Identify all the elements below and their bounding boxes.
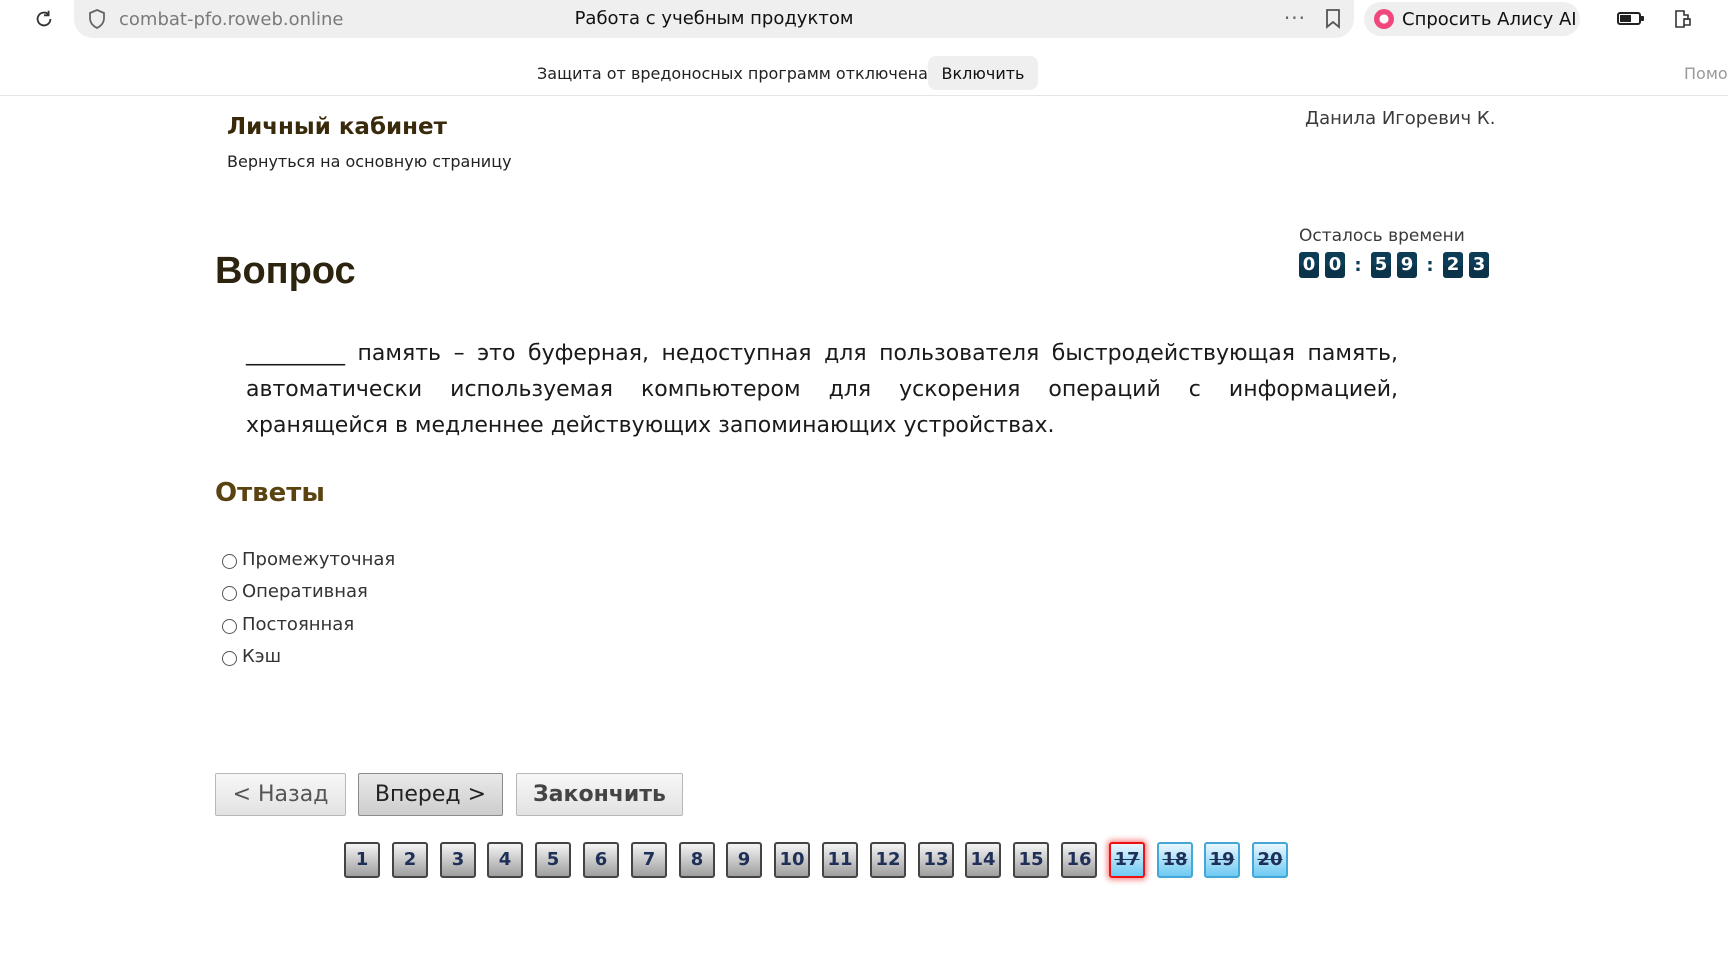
page-button-8[interactable]: 8: [679, 842, 715, 878]
notification-text: Защита от вредоносных программ отключена: [537, 64, 928, 83]
page-button-9[interactable]: 9: [726, 842, 762, 878]
cabinet-title[interactable]: Личный кабинет: [227, 114, 447, 140]
timer-digit: 9: [1397, 252, 1417, 278]
page-button-11[interactable]: 11: [822, 842, 858, 878]
timer-digit: 0: [1299, 252, 1319, 278]
question-heading: Вопрос: [215, 250, 356, 292]
help-link[interactable]: Помо: [1684, 64, 1728, 83]
page-button-4[interactable]: 4: [487, 842, 523, 878]
answer-radio[interactable]: [222, 586, 237, 602]
finish-button[interactable]: Закончить: [516, 773, 683, 816]
enable-protection-button[interactable]: Включить: [928, 56, 1038, 90]
timer-label: Осталось времени: [1299, 226, 1465, 246]
extension-icon[interactable]: [1672, 8, 1694, 30]
page-button-14[interactable]: 14: [965, 842, 1001, 878]
page-button-16[interactable]: 16: [1061, 842, 1097, 878]
page-button-6[interactable]: 6: [583, 842, 619, 878]
answer-label[interactable]: Кэш: [242, 646, 281, 667]
browser-toolbar: combat-pfo.roweb.online Работа с учебным…: [0, 0, 1728, 38]
answers-heading: Ответы: [215, 478, 325, 508]
alice-icon: [1374, 9, 1394, 29]
page-button-7[interactable]: 7: [631, 842, 667, 878]
page-button-5[interactable]: 5: [535, 842, 571, 878]
page-button-13[interactable]: 13: [918, 842, 954, 878]
user-name: Данила Игоревич К.: [1305, 108, 1496, 129]
answer-radio[interactable]: [222, 618, 237, 634]
page-button-3[interactable]: 3: [440, 842, 476, 878]
question-text: _________ память – это буферная, недосту…: [246, 341, 1398, 438]
answer-radio[interactable]: [222, 651, 237, 667]
timer-digit: 2: [1443, 252, 1463, 278]
address-bar[interactable]: combat-pfo.roweb.online Работа с учебным…: [74, 0, 1354, 38]
page-button-20[interactable]: 20: [1252, 842, 1288, 878]
page-button-17[interactable]: 17: [1109, 842, 1145, 878]
page-button-15[interactable]: 15: [1013, 842, 1049, 878]
timer-separator: :: [1426, 254, 1434, 276]
answer-radio[interactable]: [222, 553, 237, 569]
more-icon[interactable]: ···: [1284, 6, 1306, 30]
answer-list: Промежуточная Оперативная Постоянная Кэш: [222, 543, 395, 673]
answer-label[interactable]: Постоянная: [242, 614, 354, 635]
page-button-2[interactable]: 2: [392, 842, 428, 878]
back-to-main-link[interactable]: Вернуться на основную страницу: [227, 152, 512, 171]
tab-title: Работа с учебным продуктом: [574, 8, 854, 29]
page-button-10[interactable]: 10: [774, 842, 810, 878]
ask-alice-label: Спросить Алису AI: [1402, 9, 1577, 30]
page-button-19[interactable]: 19: [1204, 842, 1240, 878]
next-button[interactable]: Вперед >: [358, 773, 503, 816]
ask-alice-button[interactable]: Спросить Алису AI: [1364, 2, 1580, 36]
bookmark-icon[interactable]: [1325, 9, 1341, 29]
page-button-18[interactable]: 18: [1157, 842, 1193, 878]
countdown-timer: 0 0 : 5 9 : 2 3: [1299, 252, 1495, 278]
answer-option[interactable]: Промежуточная: [222, 543, 395, 576]
battery-icon: [1617, 12, 1644, 25]
timer-digit: 5: [1371, 252, 1391, 278]
reload-icon[interactable]: [33, 8, 55, 30]
timer-digit: 3: [1469, 252, 1489, 278]
answer-option[interactable]: Оперативная: [222, 576, 395, 609]
answer-option[interactable]: Постоянная: [222, 608, 395, 641]
security-notification-bar: Защита от вредоносных программ отключена…: [0, 52, 1728, 96]
timer-digit: 0: [1325, 252, 1345, 278]
back-button[interactable]: < Назад: [215, 773, 346, 816]
page-button-1[interactable]: 1: [344, 842, 380, 878]
answer-label[interactable]: Промежуточная: [242, 549, 395, 570]
answer-label[interactable]: Оперативная: [242, 581, 368, 602]
page-button-12[interactable]: 12: [870, 842, 906, 878]
timer-separator: :: [1354, 254, 1362, 276]
answer-option[interactable]: Кэш: [222, 641, 395, 674]
